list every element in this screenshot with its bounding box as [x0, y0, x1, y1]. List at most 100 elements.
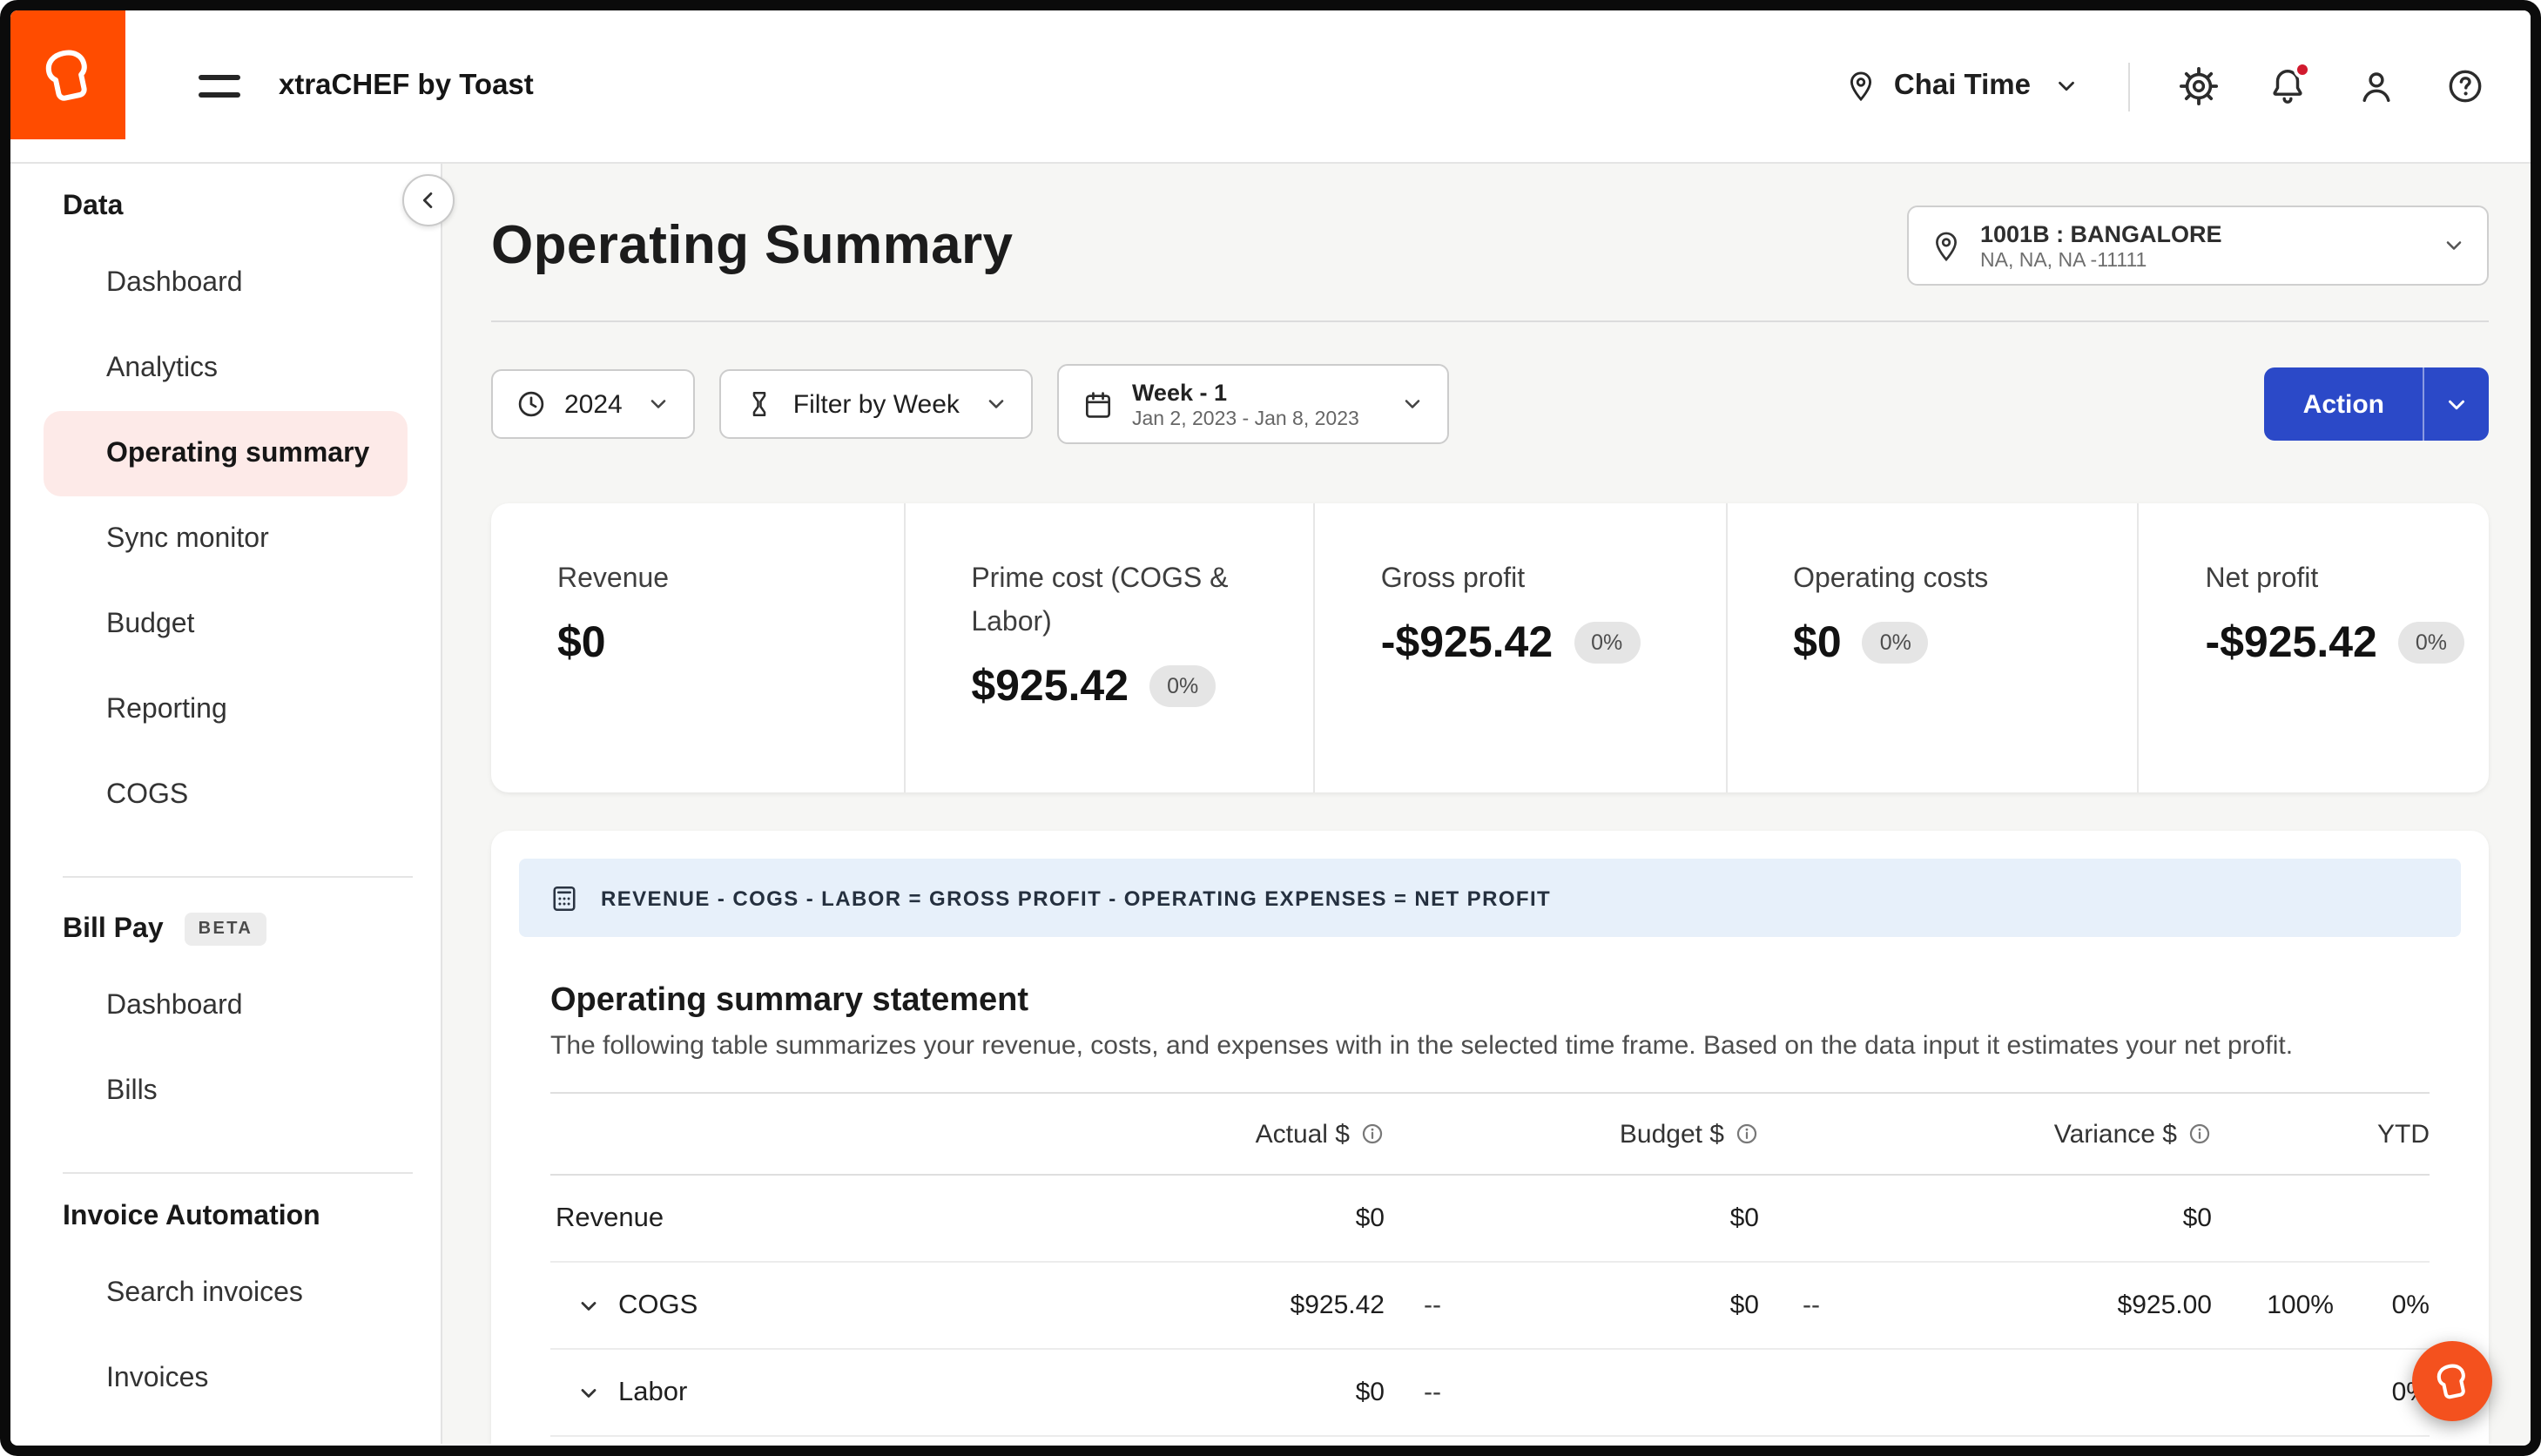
bell-icon[interactable] [2268, 66, 2308, 106]
sidebar-item-reporting[interactable]: Reporting [10, 667, 441, 752]
kpi-badge: 0% [1574, 623, 1640, 664]
location-address: NA, NA, NA -11111 [1980, 250, 2417, 271]
sidebar-item-cogs[interactable]: COGS [10, 752, 441, 838]
toast-logo[interactable] [10, 10, 125, 139]
user-icon[interactable] [2356, 66, 2396, 106]
statement-heading: Operating summary statement [550, 982, 2430, 1021]
column-actual: Actual $ [1123, 1119, 1385, 1149]
cell-variance: $0 [1864, 1203, 2212, 1233]
sidebar-nav-data: Dashboard Analytics Operating summary Sy… [10, 240, 441, 838]
action-menu-button[interactable] [2423, 367, 2489, 441]
kpi-value: -$925.42 [2205, 618, 2376, 669]
pin-icon [1930, 229, 1963, 262]
kpi-badge: 0% [1149, 665, 1216, 707]
chat-icon [2430, 1358, 2475, 1404]
sidebar-item-search-invoices[interactable]: Search invoices [10, 1250, 441, 1336]
week-range: Jan 2, 2023 - Jan 8, 2023 [1132, 408, 1359, 429]
kpi-badge: 0% [2398, 623, 2464, 664]
sidebar-item-invoices[interactable]: Invoices [10, 1336, 441, 1421]
period-type-value: Filter by Week [793, 389, 960, 419]
table-header-row: Actual $ Budget $ [550, 1092, 2430, 1176]
expand-row-toggle[interactable]: COGS [550, 1290, 1123, 1321]
sidebar-item-bills[interactable]: Bills [10, 1048, 441, 1134]
hourglass-icon [745, 388, 776, 420]
chevron-left-icon [416, 188, 441, 212]
gear-icon[interactable] [2179, 66, 2219, 106]
notification-dot [2294, 61, 2311, 78]
sidebar-item-budget[interactable]: Budget [10, 582, 441, 667]
sidebar-item-sync-monitor[interactable]: Sync monitor [10, 496, 441, 582]
chat-support-button[interactable] [2412, 1341, 2492, 1421]
sidebar-item-operating-summary[interactable]: Operating summary [44, 411, 408, 496]
sidebar-nav-invoice-automation: Search invoices Invoices [10, 1250, 441, 1421]
row-label: Revenue [550, 1203, 1123, 1234]
toast-icon [35, 42, 101, 108]
sidebar-section-data: Data [63, 192, 441, 223]
cell-actual-pct: -- [1385, 1378, 1480, 1407]
week-dropdown[interactable]: Week - 1 Jan 2, 2023 - Jan 8, 2023 [1057, 364, 1450, 444]
sidebar-divider [63, 1172, 413, 1174]
column-ytd: YTD [2334, 1119, 2430, 1149]
cell-actual: $0 [1123, 1378, 1385, 1407]
kpi-net-profit: Net profit -$925.42 0% [2137, 503, 2489, 792]
restaurant-name: Chai Time [1894, 70, 2031, 103]
kpi-operating-costs: Operating costs $0 0% [1725, 503, 2137, 792]
table-row-labor: Labor $0 -- 0% [550, 1350, 2430, 1437]
main-content: Operating Summary 1001B : BANGALORE NA, … [442, 164, 2531, 1444]
year-dropdown[interactable]: 2024 [491, 369, 696, 439]
table-row-cogs: COGS $925.42 -- $0 -- $925.00 100% 0% [550, 1263, 2430, 1350]
sidebar: Data Dashboard Analytics Operating summa… [10, 164, 442, 1444]
sidebar-item-analytics[interactable]: Analytics [10, 326, 441, 411]
action-split-button: Action [2265, 367, 2489, 441]
clock-icon [516, 388, 547, 420]
help-icon[interactable] [2445, 66, 2485, 106]
formula-text: REVENUE - COGS - LABOR = GROSS PROFIT - … [601, 886, 1551, 910]
page-title: Operating Summary [491, 214, 1013, 277]
chevron-down-icon [647, 392, 671, 416]
formula-banner: REVENUE - COGS - LABOR = GROSS PROFIT - … [519, 859, 2461, 937]
row-label: COGS [618, 1290, 698, 1321]
chevron-down-icon [2442, 233, 2466, 258]
expand-row-toggle[interactable]: Labor [550, 1377, 1123, 1408]
action-button[interactable]: Action [2265, 367, 2423, 441]
info-icon[interactable] [1735, 1122, 1759, 1146]
year-value: 2024 [564, 389, 623, 419]
calculator-icon [549, 882, 580, 913]
cell-variance: $925.00 [1864, 1291, 2212, 1320]
kpi-label: Operating costs [1793, 559, 2086, 603]
statement-description: The following table summarizes your reve… [550, 1031, 2430, 1061]
app-title: xtraCHEF by Toast [279, 70, 534, 103]
hamburger-menu-icon[interactable] [199, 76, 240, 97]
info-icon[interactable] [1360, 1122, 1385, 1146]
chevron-down-icon [2053, 73, 2079, 99]
period-type-dropdown[interactable]: Filter by Week [720, 369, 1033, 439]
chevron-down-icon [576, 1380, 601, 1405]
sidebar-collapse-button[interactable] [402, 174, 455, 226]
column-budget: Budget $ [1480, 1119, 1759, 1149]
kpi-prime-cost: Prime cost (COGS & Labor) $925.42 0% [903, 503, 1312, 792]
cell-variance-pct: 100% [2212, 1291, 2334, 1320]
kpi-label: Revenue [557, 559, 850, 603]
header-divider [2128, 62, 2130, 111]
restaurant-selector[interactable]: Chai Time [1845, 70, 2079, 103]
section-label: Bill Pay [63, 913, 164, 945]
calendar-icon [1082, 388, 1115, 421]
pin-icon [1845, 70, 1878, 103]
location-selector[interactable]: 1001B : BANGALORE NA, NA, NA -11111 [1907, 206, 2489, 286]
sidebar-section-invoice-automation: Invoice Automation [63, 1202, 441, 1233]
kpi-label: Prime cost (COGS & Labor) [971, 559, 1264, 645]
sidebar-item-dashboard[interactable]: Dashboard [10, 240, 441, 326]
info-icon[interactable] [2187, 1122, 2212, 1146]
cell-budget-pct: -- [1759, 1291, 1864, 1320]
kpi-label: Gross profit [1381, 559, 1674, 603]
top-bar-actions: Chai Time [1845, 62, 2485, 111]
location-name: 1001B : BANGALORE [1980, 220, 2417, 246]
sidebar-section-bill-pay: Bill Pay BETA [63, 913, 441, 946]
week-label: Week - 1 [1132, 379, 1359, 405]
sidebar-item-billpay-dashboard[interactable]: Dashboard [10, 963, 441, 1048]
row-label: Labor [618, 1377, 687, 1408]
kpi-label: Net profit [2205, 559, 2464, 603]
title-divider [491, 320, 2489, 322]
cell-actual: $925.42 [1123, 1291, 1385, 1320]
kpi-summary-card: Revenue $0 Prime cost (COGS & Labor) $92… [491, 503, 2489, 792]
